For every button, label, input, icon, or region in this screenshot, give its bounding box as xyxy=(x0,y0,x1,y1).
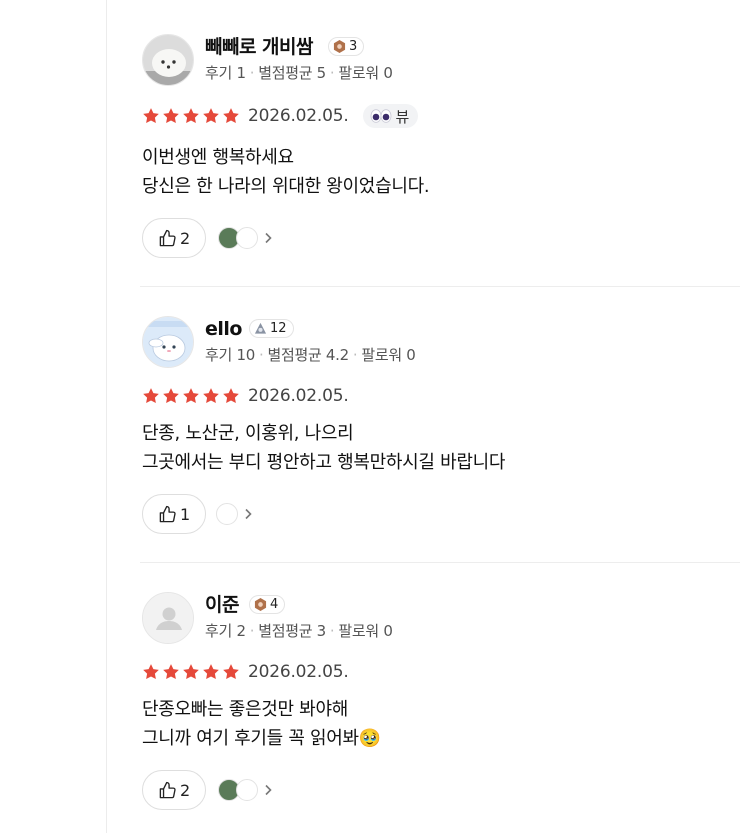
chevron-right-icon xyxy=(245,508,252,520)
review-line: 단종오빠는 좋은것만 봐야해 xyxy=(142,699,348,720)
rating-row: 2026.02.05. xyxy=(142,661,349,683)
like-count: 1 xyxy=(180,504,191,524)
badge-level: 12 xyxy=(270,321,287,336)
rating-average: 별점평균 5 xyxy=(258,64,326,82)
bronze-badge-icon xyxy=(254,598,267,611)
review-line: 그곳에서는 부디 평안하고 행복만하시길 바랍니다 xyxy=(142,452,506,473)
star-icon xyxy=(143,388,159,404)
photo-thumbnail xyxy=(216,503,238,525)
star-icon xyxy=(163,664,179,680)
reviewer-stats: 후기 1 · 별점평균 5 · 팔로워 0 xyxy=(205,62,393,83)
reviewer-stats: 후기 2 · 별점평균 3 · 팔로워 0 xyxy=(205,620,393,641)
reaction-thumbnails[interactable] xyxy=(218,226,274,250)
reaction-tag-label: 뷰 xyxy=(395,107,410,126)
chevron-right-icon xyxy=(265,232,272,244)
rating-average: 별점평균 3 xyxy=(258,622,326,640)
dot-separator: · xyxy=(258,346,264,364)
review-date: 2026.02.05. xyxy=(248,106,349,126)
star-icon xyxy=(203,108,219,124)
star-icon xyxy=(183,664,199,680)
eyes-icon xyxy=(370,109,391,123)
star-rating xyxy=(142,107,240,125)
review-line: 단종, 노산군, 이홍위, 나으리 xyxy=(142,423,354,444)
level-badge: 4 xyxy=(249,595,286,614)
dot-separator: · xyxy=(329,64,335,82)
rating-row: 2026.02.05. xyxy=(142,385,349,407)
thumbs-up-icon xyxy=(159,781,176,798)
like-count: 2 xyxy=(180,780,191,800)
review-count: 후기 1 xyxy=(205,64,246,82)
follower-count: 팔로워 0 xyxy=(361,346,416,364)
follower-count: 팔로워 0 xyxy=(338,622,393,640)
photo-thumbnail xyxy=(236,227,258,249)
badge-level: 4 xyxy=(270,597,279,612)
star-icon xyxy=(223,108,239,124)
reviewer-name[interactable]: 이준 xyxy=(205,593,239,617)
reviewer-name[interactable]: ello xyxy=(205,317,242,341)
follower-count: 팔로워 0 xyxy=(338,64,393,82)
star-icon xyxy=(163,388,179,404)
like-button[interactable]: 1 xyxy=(142,494,207,534)
review-line: 이번생엔 행복하세요 xyxy=(142,147,294,168)
avatar[interactable] xyxy=(142,316,194,368)
photo-thumbnail xyxy=(236,779,258,801)
reaction-thumbnails[interactable] xyxy=(216,502,254,526)
rating-row: 2026.02.05. 뷰 xyxy=(142,104,419,128)
level-badge: 3 xyxy=(328,37,365,56)
review-card: ello 12 후기 10 · 별점평균 4.2 · 팔로워 0 2026.02.05.… xyxy=(142,316,740,536)
review-count: 후기 2 xyxy=(205,622,246,640)
chevron-right-icon xyxy=(265,784,272,796)
star-icon xyxy=(223,388,239,404)
review-divider xyxy=(140,562,740,563)
star-icon xyxy=(143,108,159,124)
bronze-badge-icon xyxy=(333,40,346,53)
review-count: 후기 10 xyxy=(205,346,255,364)
review-card: 빼빼로 개비쌈 3 후기 1 · 별점평균 5 · 팔로워 0 2026.02.05. … xyxy=(142,34,740,264)
review-text: 이번생엔 행복하세요 당신은 한 나라의 위대한 왕이었습니다. xyxy=(142,143,430,201)
like-button[interactable]: 2 xyxy=(142,218,207,258)
rating-average: 별점평균 4.2 xyxy=(267,346,349,364)
avatar[interactable] xyxy=(142,34,194,86)
review-date: 2026.02.05. xyxy=(248,386,349,406)
review-card: 이준 4 후기 2 · 별점평균 3 · 팔로워 0 2026.02.05. 단종오빠는… xyxy=(142,592,740,822)
reviewer-name[interactable]: 빼빼로 개비쌈 xyxy=(205,35,314,59)
star-icon xyxy=(223,664,239,680)
like-button[interactable]: 2 xyxy=(142,770,207,810)
dot-separator: · xyxy=(352,346,358,364)
dot-separator: · xyxy=(329,622,335,640)
review-line: 당신은 한 나라의 위대한 왕이었습니다. xyxy=(142,176,430,197)
like-count: 2 xyxy=(180,228,191,248)
star-icon xyxy=(203,388,219,404)
star-icon xyxy=(183,108,199,124)
reaction-thumbnails[interactable] xyxy=(218,778,274,802)
star-icon xyxy=(183,388,199,404)
default-person-icon xyxy=(143,593,193,643)
star-rating xyxy=(142,663,240,681)
level-badge: 12 xyxy=(249,319,294,338)
avatar[interactable] xyxy=(142,592,194,644)
review-line: 그니까 여기 후기들 꼭 읽어봐🥹 xyxy=(142,728,381,749)
review-date: 2026.02.05. xyxy=(248,662,349,682)
review-text: 단종, 노산군, 이홍위, 나으리 그곳에서는 부디 평안하고 행복만하시길 바… xyxy=(142,419,505,477)
star-icon xyxy=(143,664,159,680)
thumbs-up-icon xyxy=(159,229,176,246)
reviewer-stats: 후기 10 · 별점평균 4.2 · 팔로워 0 xyxy=(205,344,416,365)
thumbs-up-icon xyxy=(159,505,176,522)
dot-separator: · xyxy=(249,64,255,82)
review-text: 단종오빠는 좋은것만 봐야해 그니까 여기 후기들 꼭 읽어봐🥹 xyxy=(142,695,381,753)
star-icon xyxy=(163,108,179,124)
reaction-tag[interactable]: 뷰 xyxy=(362,104,419,128)
left-divider xyxy=(106,0,107,833)
review-divider xyxy=(140,286,740,287)
star-icon xyxy=(203,664,219,680)
star-rating xyxy=(142,387,240,405)
dot-separator: · xyxy=(249,622,255,640)
silver-badge-icon xyxy=(254,322,267,334)
badge-level: 3 xyxy=(349,39,358,54)
